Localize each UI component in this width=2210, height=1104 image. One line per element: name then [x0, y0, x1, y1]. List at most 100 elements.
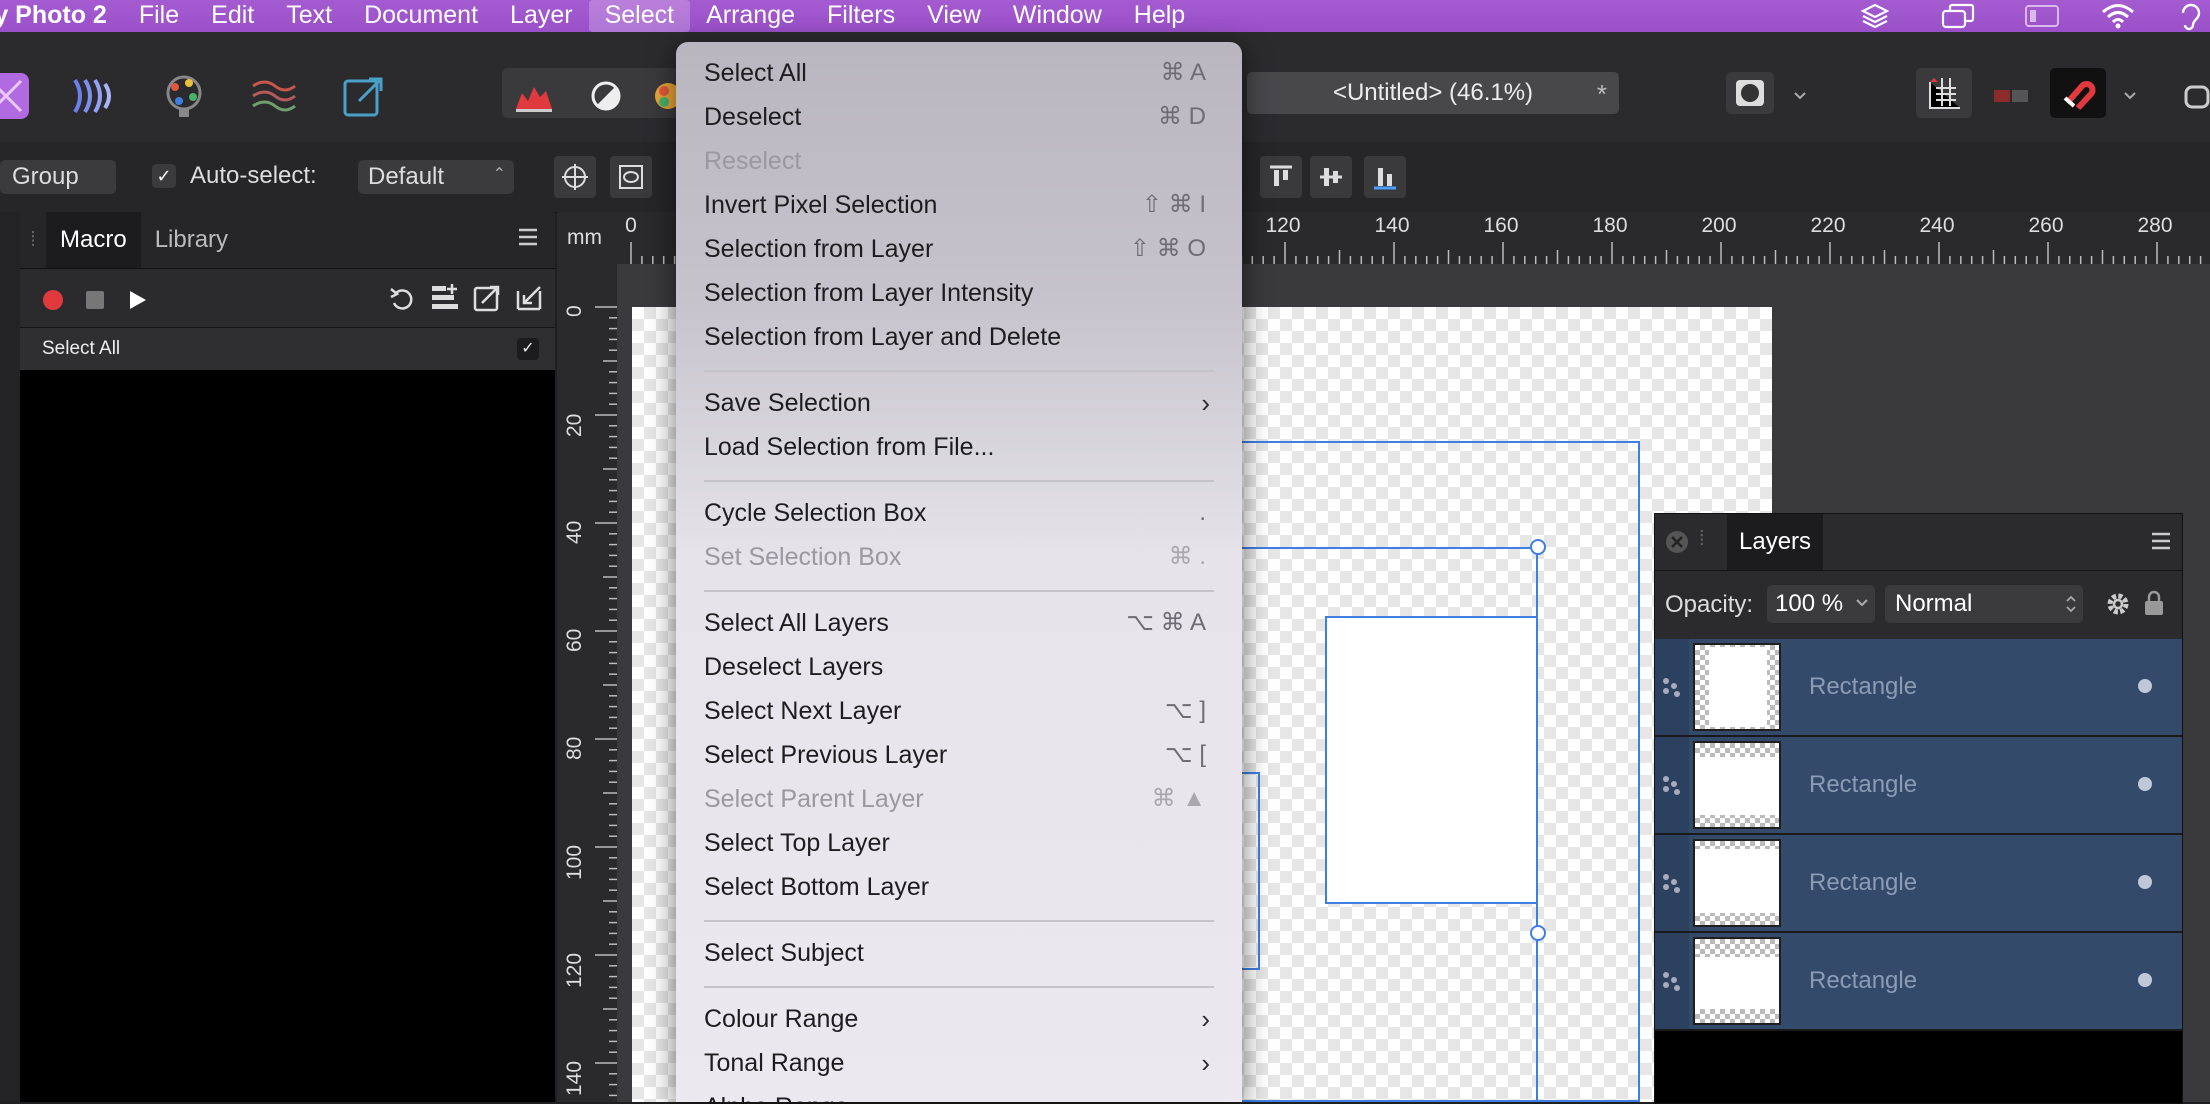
menu-item-save-selection[interactable]: Save Selection › — [704, 382, 1214, 424]
tab-library[interactable]: Library — [141, 212, 242, 268]
layers-stack-icon[interactable] — [1855, 0, 1895, 32]
wifi-icon[interactable] — [2098, 0, 2138, 32]
menu-layer[interactable]: Layer — [494, 0, 589, 32]
vertical-ruler[interactable]: 0 20 40 60 80 100 120 140 — [557, 264, 617, 1102]
menu-text[interactable]: Text — [270, 0, 348, 32]
menu-item-tonal-range[interactable]: Tonal Range › — [704, 1042, 1214, 1084]
chevron-down-icon-2[interactable] — [2110, 68, 2150, 124]
layer-row[interactable]: Rectangle — [1655, 933, 2182, 1031]
menu-item-cycle-selection-box[interactable]: Cycle Selection Box. — [704, 492, 1214, 534]
export-persona-icon[interactable] — [336, 68, 392, 124]
menu-filters[interactable]: Filters — [811, 0, 911, 32]
layer-row[interactable]: Rectangle — [1655, 639, 2182, 737]
stop-icon[interactable] — [84, 289, 106, 316]
snapping-grid-button[interactable] — [1916, 68, 1972, 118]
layer-row[interactable]: Rectangle — [1655, 737, 2182, 835]
menu-item-set-selection-box[interactable]: Set Selection Box ⌘ . — [704, 536, 1214, 578]
panel-menu-icon[interactable] — [517, 226, 539, 253]
group-button[interactable]: Group — [0, 160, 116, 194]
panel-grip-icon[interactable]: ⁞ — [1699, 528, 1705, 551]
white-rectangle[interactable] — [1325, 616, 1538, 904]
show-bounding-box-icon[interactable] — [610, 156, 652, 198]
ruler-unit[interactable]: mm — [557, 212, 617, 264]
menu-document[interactable]: Document — [348, 0, 494, 32]
menu-item-select-next-layer[interactable]: Select Next Layer ⌥ ] — [704, 690, 1214, 732]
menu-item-select-all-layers[interactable]: Select All Layers ⌥ ⌘ A — [704, 602, 1214, 644]
snapping-magnet-button[interactable] — [2050, 68, 2106, 118]
menu-item-select-bottom-layer[interactable]: Select Bottom Layer — [704, 866, 1214, 908]
develop-persona-icon[interactable] — [156, 68, 212, 124]
hearing-icon[interactable] — [2170, 0, 2210, 32]
menu-item-colour-range[interactable]: Colour Range › — [704, 998, 1214, 1040]
transform-origin-icon[interactable] — [554, 156, 596, 198]
menu-item-select-top-layer[interactable]: Select Top Layer — [704, 822, 1214, 864]
contrast-icon[interactable] — [578, 68, 634, 124]
app-menu[interactable]: ty Photo 2 — [0, 0, 123, 32]
macro-step-row[interactable]: Select All ✓ — [20, 327, 555, 370]
menu-item-invert-pixel-selection[interactable]: Invert Pixel Selection ⇧ ⌘ I — [704, 184, 1214, 226]
chevron-down-icon[interactable] — [1778, 68, 1822, 124]
color-swatch-icon[interactable] — [1984, 68, 2040, 124]
selection-handle[interactable] — [1530, 925, 1546, 941]
visibility-dot-icon[interactable] — [2138, 973, 2152, 987]
menu-item-select-previous-layer[interactable]: Select Previous Layer ⌥ [ — [704, 734, 1214, 776]
menu-select[interactable]: Select — [588, 0, 691, 32]
align-middle-icon[interactable] — [1310, 156, 1352, 198]
align-bottom-icon[interactable] — [1364, 156, 1406, 198]
menu-item-load-selection-from-file[interactable]: Load Selection from File... — [704, 426, 1214, 468]
menu-arrange[interactable]: Arrange — [690, 0, 811, 32]
layer-grip[interactable] — [1655, 835, 1689, 931]
quick-mask-button[interactable] — [1726, 72, 1774, 114]
menu-view[interactable]: View — [911, 0, 997, 32]
menu-file[interactable]: File — [123, 0, 195, 32]
add-to-library-icon[interactable] — [430, 283, 460, 318]
menu-item-reselect[interactable]: Reselect — [704, 140, 1214, 182]
chevron-down-icon[interactable] — [1855, 591, 1869, 620]
screen-icon[interactable] — [2022, 0, 2062, 32]
auto-select-dropdown[interactable]: Default ⌃ — [358, 160, 514, 194]
menu-window[interactable]: Window — [997, 0, 1118, 32]
layer-grip[interactable] — [1655, 639, 1689, 735]
menu-item-selection-from-layer-and-delete[interactable]: Selection from Layer and Delete — [704, 316, 1214, 358]
menu-item-selection-from-layer[interactable]: Selection from Layer ⇧ ⌘ O — [704, 228, 1214, 270]
lock-icon[interactable] — [2143, 589, 2165, 622]
menu-item-select-subject[interactable]: Select Subject — [704, 932, 1214, 974]
photo-persona-icon[interactable] — [0, 68, 34, 124]
visibility-dot-icon[interactable] — [2138, 875, 2152, 889]
menu-item-select-all[interactable]: Select All ⌘ A — [704, 52, 1214, 94]
record-icon[interactable] — [42, 289, 64, 316]
layer-grip[interactable] — [1655, 933, 1689, 1029]
windows-icon[interactable] — [1938, 0, 1978, 32]
color-wheel-icon[interactable] — [644, 68, 678, 124]
close-icon[interactable] — [1665, 530, 1689, 559]
menu-item-deselect[interactable]: Deselect ⌘ D — [704, 96, 1214, 138]
play-icon[interactable] — [126, 289, 148, 316]
menu-edit[interactable]: Edit — [195, 0, 270, 32]
blend-mode-dropdown[interactable]: Normal — [1885, 585, 2083, 623]
tone-mapping-persona-icon[interactable] — [246, 68, 302, 124]
menu-item-selection-from-layer-intensity[interactable]: Selection from Layer Intensity — [704, 272, 1214, 314]
menu-item-select-parent-layer[interactable]: Select Parent Layer ⌘ ▲ — [704, 778, 1214, 820]
visibility-dot-icon[interactable] — [2138, 679, 2152, 693]
undo-icon[interactable] — [388, 285, 416, 318]
layer-row[interactable]: Rectangle — [1655, 835, 2182, 933]
export-macro-icon[interactable] — [472, 283, 502, 318]
selection-handle[interactable] — [1530, 539, 1546, 555]
assistant-icon[interactable] — [2180, 68, 2210, 124]
panel-grip-icon[interactable]: ⁞ — [20, 229, 46, 252]
layer-grip[interactable] — [1655, 737, 1689, 833]
import-macro-icon[interactable] — [514, 283, 544, 318]
menu-item-alpha-range[interactable]: Alpha Range › — [704, 1086, 1214, 1102]
macro-step-checkbox[interactable]: ✓ — [517, 338, 539, 360]
levels-icon[interactable] — [506, 68, 562, 124]
menu-help[interactable]: Help — [1118, 0, 1201, 32]
tab-macro[interactable]: Macro — [46, 212, 141, 268]
menu-item-deselect-layers[interactable]: Deselect Layers — [704, 646, 1214, 688]
visibility-dot-icon[interactable] — [2138, 777, 2152, 791]
liquify-persona-icon[interactable] — [66, 68, 122, 124]
gear-icon[interactable] — [2105, 591, 2131, 622]
panel-menu-icon[interactable] — [2150, 530, 2172, 557]
layers-panel-title[interactable]: Layers — [1727, 514, 1824, 570]
auto-select-checkbox[interactable]: ✓ — [152, 164, 176, 188]
align-top-icon[interactable] — [1260, 156, 1302, 198]
